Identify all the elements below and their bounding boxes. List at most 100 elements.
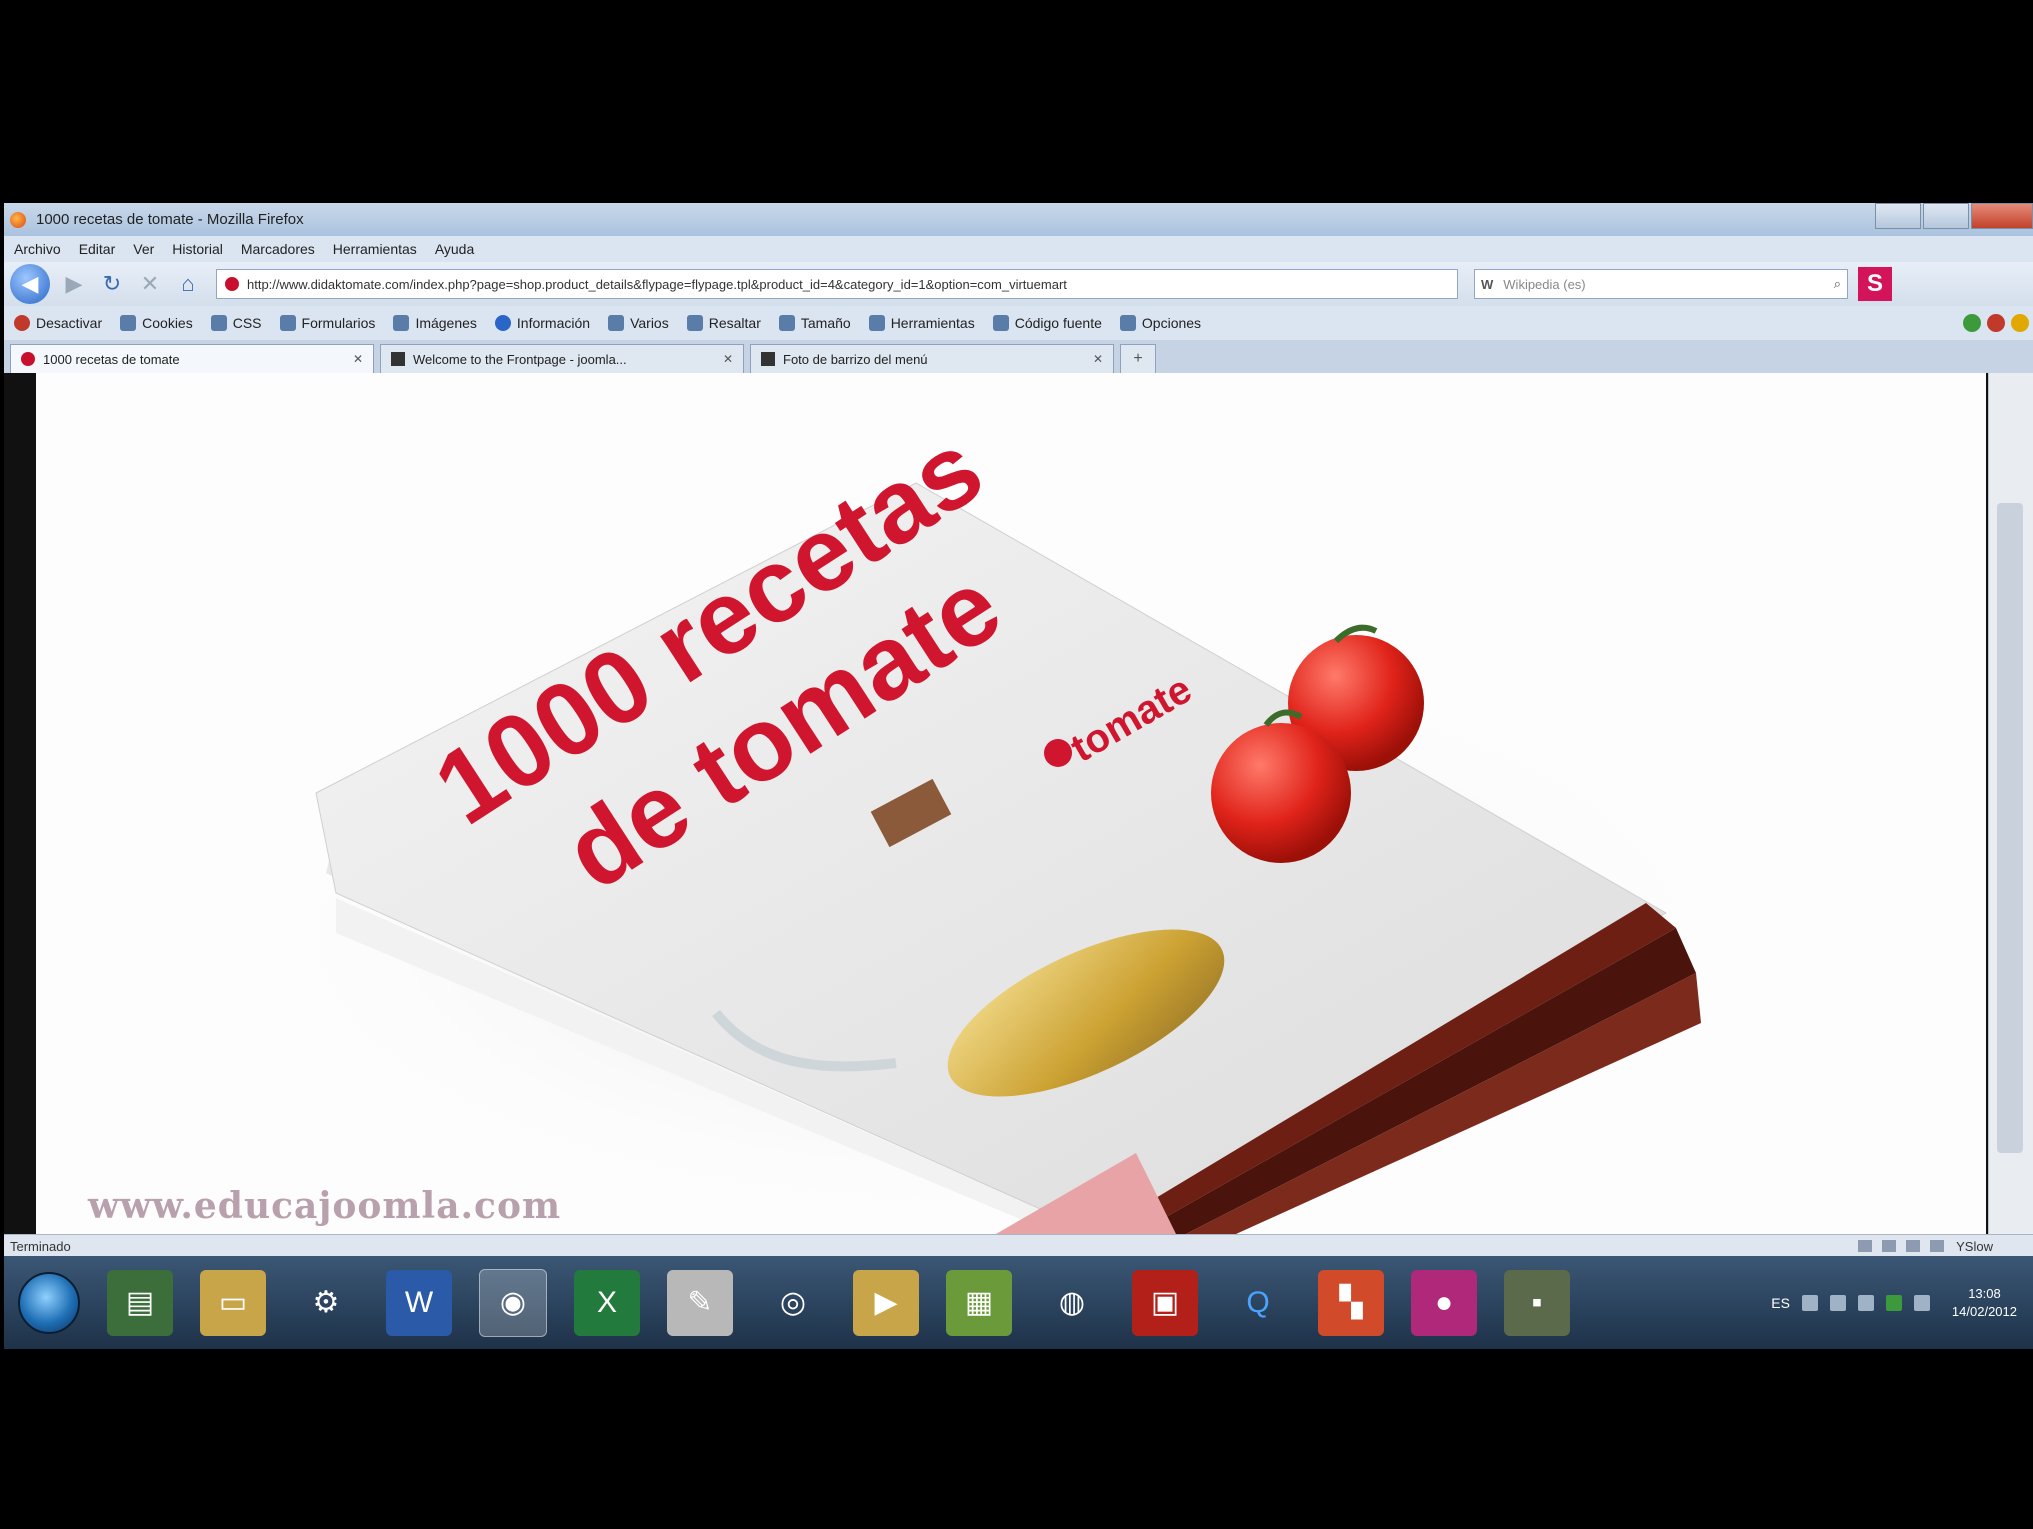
notes-icon[interactable]: ▦ bbox=[946, 1269, 1012, 1336]
close-button[interactable] bbox=[1971, 203, 2033, 229]
clock-time: 13:08 bbox=[1968, 1285, 2001, 1301]
browser-icon[interactable]: ◍ bbox=[1039, 1270, 1105, 1336]
menu-archivo[interactable]: Archivo bbox=[14, 241, 61, 257]
word-icon[interactable]: W bbox=[386, 1269, 452, 1336]
skype-icon[interactable]: ● bbox=[1411, 1269, 1477, 1336]
devbar-item-formularios[interactable]: Formularios bbox=[279, 315, 375, 331]
back-button[interactable]: ◀ bbox=[10, 264, 50, 304]
search-placeholder: Wikipedia (es) bbox=[1503, 276, 1586, 292]
volume-icon[interactable] bbox=[1913, 1294, 1930, 1311]
stumble-icon[interactable]: S bbox=[1858, 267, 1892, 301]
menu-herramientas[interactable]: Herramientas bbox=[333, 241, 417, 257]
web-developer-toolbar: Desactivar Cookies CSS Formularios Imáge… bbox=[4, 306, 2033, 340]
language-indicator[interactable]: ES bbox=[1771, 1295, 1790, 1311]
tools-icon bbox=[868, 315, 885, 331]
error-icon[interactable] bbox=[1987, 314, 2005, 332]
book-image: tomate 1000 recetas de tomate bbox=[236, 410, 1756, 1234]
security-icon[interactable] bbox=[1885, 1294, 1902, 1311]
firefox-icon bbox=[10, 211, 26, 228]
addon-icon[interactable] bbox=[1906, 1240, 1921, 1252]
devbar-item-opciones[interactable]: Opciones bbox=[1119, 315, 1201, 331]
network-icon[interactable]: ⚙ bbox=[293, 1270, 359, 1336]
check-icon[interactable] bbox=[1963, 314, 1981, 332]
devbar-item-css[interactable]: CSS bbox=[210, 315, 262, 331]
system-tray: ES 13:08 14/02/2012 bbox=[1771, 1285, 2017, 1321]
status-bar: Terminado YSlow bbox=[4, 1234, 2033, 1257]
vertical-scrollbar[interactable] bbox=[1988, 373, 2033, 1234]
menu-ayuda[interactable]: Ayuda bbox=[435, 241, 474, 257]
devbar-item-herramientas[interactable]: Herramientas bbox=[868, 315, 975, 331]
tomato-favicon-icon bbox=[21, 352, 35, 366]
tab-joomla[interactable]: Welcome to the Frontpage - joomla... ✕ bbox=[380, 344, 744, 373]
addon-icon[interactable] bbox=[1858, 1240, 1873, 1252]
menu-editar[interactable]: Editar bbox=[79, 241, 116, 257]
url-text: http://www.didaktomate.com/index.php?pag… bbox=[247, 276, 1067, 292]
devbar-item-tamano[interactable]: Tamaño bbox=[778, 315, 851, 331]
firefox-icon[interactable]: ◉ bbox=[479, 1268, 547, 1337]
menu-bar: Archivo Editar Ver Historial Marcadores … bbox=[4, 236, 2033, 262]
status-text: Terminado bbox=[10, 1238, 71, 1254]
quicktime-icon[interactable]: Q bbox=[1225, 1270, 1291, 1336]
flag-icon[interactable] bbox=[1829, 1294, 1846, 1311]
clock-date: 14/02/2012 bbox=[1951, 1303, 2017, 1319]
site-favicon bbox=[225, 277, 239, 291]
home-icon[interactable]: ⌂ bbox=[174, 270, 202, 298]
menu-ver[interactable]: Ver bbox=[133, 241, 154, 257]
close-tab-icon[interactable]: ✕ bbox=[1093, 352, 1103, 366]
devbar-item-desactivar[interactable]: Desactivar bbox=[14, 315, 102, 331]
tab-strip: 1000 recetas de tomate ✕ Welcome to the … bbox=[4, 340, 2033, 373]
media-icon[interactable]: ▶ bbox=[853, 1269, 919, 1336]
devbar-item-cookies[interactable]: Cookies bbox=[120, 315, 193, 331]
close-tab-icon[interactable]: ✕ bbox=[723, 352, 733, 366]
tray-arrow-icon[interactable] bbox=[1801, 1294, 1818, 1311]
start-button[interactable] bbox=[18, 1271, 80, 1334]
devbar-item-codigo-fuente[interactable]: Código fuente bbox=[992, 315, 1102, 331]
warning-icon[interactable] bbox=[2011, 314, 2029, 332]
excel-icon[interactable]: X bbox=[574, 1269, 640, 1336]
misc-icon bbox=[608, 315, 625, 331]
devbar-item-informacion[interactable]: Información bbox=[494, 315, 590, 331]
tab-foto[interactable]: Foto de barrizo del menú ✕ bbox=[750, 344, 1114, 373]
tab-recetas[interactable]: 1000 recetas de tomate ✕ bbox=[10, 344, 374, 373]
menu-marcadores[interactable]: Marcadores bbox=[241, 241, 315, 257]
search-bar[interactable]: W Wikipedia (es) ⌕ bbox=[1474, 269, 1848, 299]
devbar-item-varios[interactable]: Varios bbox=[608, 315, 669, 331]
source-icon bbox=[992, 315, 1009, 331]
new-tab-button[interactable]: + bbox=[1120, 344, 1156, 373]
options-icon bbox=[1119, 315, 1136, 331]
devbar-status-icons bbox=[1957, 314, 2029, 332]
forward-button[interactable]: ▶ bbox=[60, 270, 88, 298]
chrome-icon[interactable]: ◎ bbox=[760, 1270, 826, 1336]
clock[interactable]: 13:08 14/02/2012 bbox=[1952, 1285, 2017, 1321]
office-icon[interactable]: ▚ bbox=[1318, 1269, 1384, 1336]
stop-icon[interactable]: ✕ bbox=[136, 270, 164, 298]
addon-icon[interactable] bbox=[1882, 1240, 1897, 1252]
scrollbar-thumb[interactable] bbox=[1997, 503, 2023, 1153]
search-engine-icon[interactable]: W bbox=[1481, 277, 1493, 292]
page-favicon-icon bbox=[761, 352, 775, 366]
camtasia-icon[interactable]: ▪ bbox=[1504, 1269, 1570, 1336]
close-tab-icon[interactable]: ✕ bbox=[353, 352, 363, 366]
search-icon[interactable]: ⌕ bbox=[1834, 276, 1841, 292]
navigation-bar: ◀ ▶ ↻ ✕ ⌂ http://www.didaktomate.com/ind… bbox=[4, 262, 2033, 306]
image-icon bbox=[393, 315, 410, 331]
info-icon bbox=[494, 315, 511, 331]
paint-icon[interactable]: ✎ bbox=[667, 1269, 733, 1336]
window-controls bbox=[1873, 203, 2033, 229]
status-addons: YSlow bbox=[1848, 1239, 1993, 1254]
devbar-item-resaltar[interactable]: Resaltar bbox=[686, 315, 761, 331]
maximize-button[interactable] bbox=[1923, 203, 1969, 229]
programs-icon[interactable]: ▤ bbox=[107, 1269, 173, 1336]
reload-icon[interactable]: ↻ bbox=[98, 270, 126, 298]
pdf-icon[interactable]: ▣ bbox=[1132, 1269, 1198, 1336]
url-bar[interactable]: http://www.didaktomate.com/index.php?pag… bbox=[216, 269, 1458, 299]
minimize-button[interactable] bbox=[1875, 203, 1921, 229]
menu-historial[interactable]: Historial bbox=[172, 241, 223, 257]
addon-icon[interactable] bbox=[1930, 1240, 1945, 1252]
yslow-label[interactable]: YSlow bbox=[1956, 1239, 1993, 1254]
explorer-icon[interactable]: ▭ bbox=[200, 1269, 266, 1336]
joomla-favicon-icon bbox=[391, 352, 405, 366]
devbar-item-imagenes[interactable]: Imágenes bbox=[393, 315, 477, 331]
windows-taskbar: ▤ ▭ ⚙ W ◉ X ✎ ◎ ▶ ▦ ◍ ▣ Q ▚ ● ▪ ES 13:08… bbox=[4, 1256, 2033, 1349]
network-tray-icon[interactable] bbox=[1857, 1294, 1874, 1311]
